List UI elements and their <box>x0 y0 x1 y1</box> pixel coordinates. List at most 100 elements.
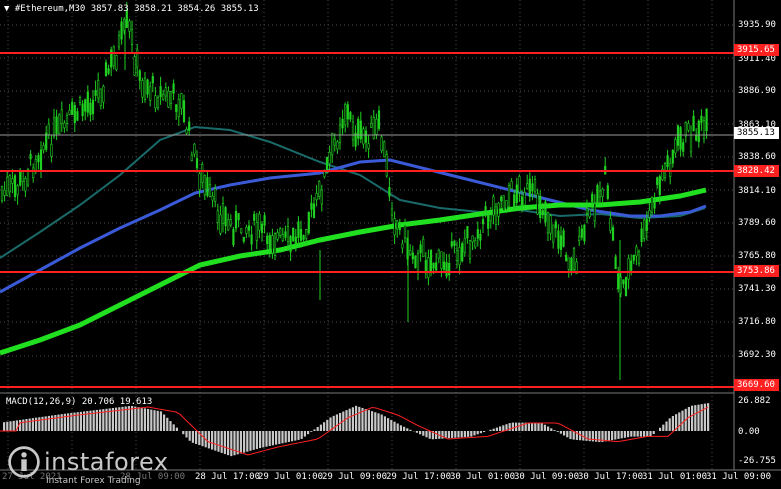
candle-body <box>234 210 238 229</box>
candle-body <box>151 76 154 84</box>
macd-bar <box>153 410 156 431</box>
candle-body <box>182 100 186 123</box>
candle-body <box>94 89 97 96</box>
macd-tick: 0.00 <box>738 427 760 437</box>
candle-body <box>328 151 331 164</box>
candle-body <box>497 202 500 217</box>
candle-body <box>281 234 284 241</box>
macd-bar <box>639 431 642 437</box>
candle-body <box>409 249 412 256</box>
macd-bar <box>393 421 396 431</box>
candle-body <box>474 239 477 248</box>
candle-body <box>130 28 134 45</box>
candle-body <box>697 120 700 142</box>
macd-bar <box>313 429 316 431</box>
candle-body <box>34 159 37 172</box>
macd-bar <box>627 431 630 438</box>
macd-bar <box>687 407 690 431</box>
macd-bar <box>131 405 134 431</box>
candle-body <box>258 213 261 231</box>
candle-body <box>76 111 79 121</box>
candle-body <box>461 243 464 262</box>
candle-body <box>237 213 240 221</box>
macd-bar <box>691 405 694 431</box>
candle-body <box>331 133 334 156</box>
macd-bar <box>681 410 684 431</box>
macd-bar <box>473 431 476 436</box>
macd-bar <box>54 415 57 431</box>
time-tick: 28 Jul 17:00 <box>195 472 261 482</box>
macd-bar <box>547 426 550 431</box>
macd-bar <box>383 416 386 431</box>
candle-body <box>377 110 381 129</box>
macd-bar <box>694 405 697 431</box>
macd-bar <box>543 424 546 431</box>
macd-bar <box>607 431 610 441</box>
candle-body <box>614 256 617 270</box>
candle-body <box>541 210 544 216</box>
macd-bar <box>460 431 463 438</box>
macd-bar <box>479 431 482 434</box>
macd-bar <box>390 419 393 431</box>
candle-body <box>546 212 550 234</box>
macd-bar <box>489 429 492 431</box>
candle-body <box>65 115 69 124</box>
macd-bar <box>262 431 265 448</box>
macd-bar <box>191 431 194 443</box>
macd-bar <box>252 431 255 450</box>
macd-bar <box>335 414 338 431</box>
macd-bar <box>617 431 620 439</box>
macd-bar <box>294 431 297 441</box>
ohlc-values: 3857.83 3858.21 3854.26 3855.13 <box>90 4 259 14</box>
candle-body <box>632 254 635 261</box>
macd-tick: 26.882 <box>738 396 771 406</box>
candle-body <box>289 236 292 253</box>
candle-body <box>593 203 596 222</box>
macd-bar <box>47 415 50 431</box>
candle-body <box>149 86 152 101</box>
macd-bar <box>614 431 617 440</box>
candle-body <box>684 121 687 137</box>
candle-body <box>364 130 368 143</box>
candle-body <box>219 214 222 234</box>
macd-bar <box>150 409 153 431</box>
candle-body <box>224 207 227 227</box>
candle-body <box>624 277 628 297</box>
candle-body <box>455 250 459 261</box>
candle-body <box>271 235 274 254</box>
candle-body <box>45 132 48 150</box>
candle-body <box>653 197 656 209</box>
macd-bar <box>291 431 294 442</box>
price-chart[interactable] <box>0 0 781 489</box>
candle-body <box>320 189 323 205</box>
candle-body <box>232 229 235 245</box>
macd-bar <box>659 427 662 431</box>
macd-bar <box>447 431 450 439</box>
candle-body <box>42 145 45 151</box>
candle-body <box>276 232 279 240</box>
level-tag-3669: 3669.60 <box>734 379 779 391</box>
macd-bar <box>211 431 214 450</box>
candle-body <box>99 88 102 107</box>
macd-bar <box>374 412 377 431</box>
candle-body <box>554 221 557 229</box>
candle-body <box>344 103 347 126</box>
macd-bar <box>604 431 607 442</box>
candle-body <box>585 208 589 214</box>
macd-bar <box>646 431 649 437</box>
macd-bar <box>511 422 514 431</box>
macd-bar <box>316 427 319 431</box>
candle-body <box>307 212 310 234</box>
macd-bar <box>502 425 505 431</box>
watermark-tagline: Instant Forex Trading <box>46 476 141 486</box>
level-tag-3753: 3753.86 <box>734 265 779 277</box>
candle-body <box>325 156 329 173</box>
price-tick: 3741.30 <box>738 284 776 294</box>
macd-bar <box>652 431 655 435</box>
macd-bar <box>227 431 230 456</box>
menu-arrow-icon[interactable]: ▼ <box>4 4 9 14</box>
candle-body <box>312 203 316 218</box>
candle-body <box>362 128 365 145</box>
candle-body <box>315 193 318 201</box>
level-tag-3828: 3828.42 <box>734 165 779 177</box>
